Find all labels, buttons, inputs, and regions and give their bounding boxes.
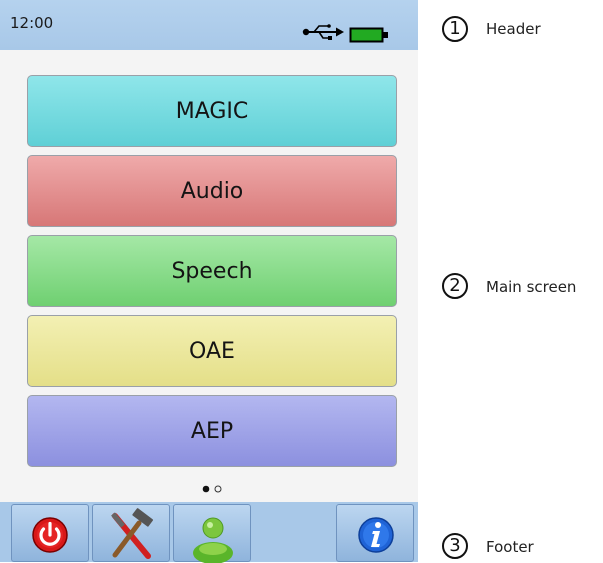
footer-bar	[0, 502, 418, 563]
power-icon	[32, 517, 68, 553]
menu-button-speech[interactable]: Speech	[27, 235, 397, 307]
page-dot-active	[202, 485, 210, 493]
menu-button-oae[interactable]: OAE	[27, 315, 397, 387]
callout-number: 3	[442, 533, 468, 559]
settings-tools-button[interactable]	[92, 504, 170, 562]
device-screen: 12:00 MAGIC Audio Speech OAE AEP	[0, 0, 418, 563]
user-icon	[193, 517, 233, 563]
menu-button-label: OAE	[189, 338, 235, 364]
menu-button-label: Speech	[171, 258, 253, 284]
power-button[interactable]	[11, 504, 89, 562]
callout-label-footer: Footer	[486, 538, 534, 556]
menu-button-label: Audio	[180, 178, 244, 204]
clock: 12:00	[10, 14, 54, 32]
menu-button-label: MAGIC	[175, 98, 249, 124]
callout-number: 2	[442, 273, 468, 299]
usb-icon	[302, 24, 344, 40]
callout-label-header: Header	[486, 20, 541, 38]
user-button[interactable]	[173, 504, 251, 563]
callout-number: 1	[442, 16, 468, 42]
info-icon	[358, 517, 394, 553]
menu-button-magic[interactable]: MAGIC	[27, 75, 397, 147]
menu-button-audio[interactable]: Audio	[27, 155, 397, 227]
header-bar: 12:00	[0, 0, 418, 50]
menu-button-label: AEP	[190, 418, 234, 444]
tools-icon	[111, 508, 153, 559]
info-button[interactable]	[336, 504, 414, 562]
page-dot-inactive	[214, 485, 222, 493]
battery-full-icon	[349, 27, 388, 43]
page-indicator[interactable]	[201, 484, 225, 494]
menu-button-aep[interactable]: AEP	[27, 395, 397, 467]
callout-label-main-screen: Main screen	[486, 278, 577, 296]
